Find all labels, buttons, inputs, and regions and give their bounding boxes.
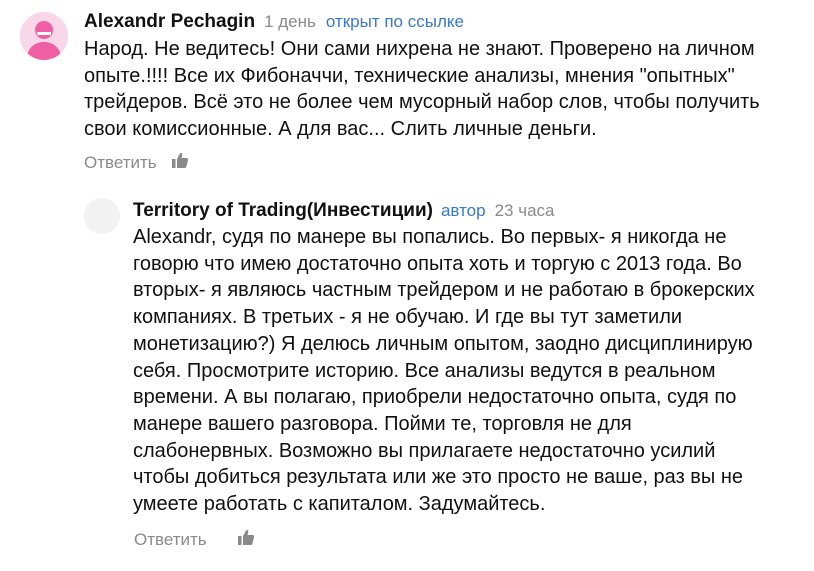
avatar[interactable] bbox=[84, 198, 120, 234]
comment-actions: Ответить bbox=[134, 528, 255, 551]
comment-line: Народ. Не ведитесь! Они сами нихрена не … bbox=[84, 38, 755, 60]
comment-text: Народ. Не ведитесь! Они сами нихрена не … bbox=[84, 36, 760, 143]
reply-button[interactable]: Ответить bbox=[84, 153, 157, 173]
comment-text: Alexandr, судя по манере вы попались. Во… bbox=[133, 224, 773, 518]
like-button[interactable] bbox=[171, 151, 189, 174]
author-badge: автор bbox=[440, 201, 486, 220]
comment-line: слабонервных. Возможно вы прилагаете нед… bbox=[133, 439, 716, 462]
reply-button[interactable]: Ответить bbox=[134, 530, 207, 550]
comment-line: опыте.!!!! Все их Фибоначчи, технические… bbox=[84, 64, 735, 87]
author-name[interactable]: Alexandr Pechagin bbox=[84, 11, 255, 33]
comment-line: вторых- я являюсь частным трейдером и не… bbox=[133, 279, 755, 302]
comment-line: свои комиссионные. А для вас... Слить ли… bbox=[84, 118, 597, 141]
user-avatar-icon bbox=[20, 12, 68, 60]
status-label[interactable]: открыт по ссылке bbox=[326, 12, 464, 32]
user-avatar-icon bbox=[84, 198, 120, 234]
comment-actions: Ответить bbox=[84, 151, 189, 174]
comment-line: манере вашего разговора. Пойми те, торго… bbox=[133, 412, 632, 435]
comment-line: трейдеров. Всё это не более чем мусорный… bbox=[84, 91, 760, 114]
comment-line: говорю что имею достаточно опыта хоть и … bbox=[133, 252, 742, 275]
thumbs-up-icon bbox=[237, 529, 254, 545]
comment-header: Territory of Trading(Инвестиции) автор 2… bbox=[133, 200, 555, 222]
comment-line: чтобы добиться результата или же это про… bbox=[133, 466, 744, 489]
comment-line: себя. Просмотрите историю. Все анализы в… bbox=[133, 359, 716, 382]
comment-header: Alexandr Pechagin 1 день открыт по ссылк… bbox=[84, 11, 464, 33]
comment-line: компаниях. В третьих - я не обучаю. И гд… bbox=[133, 306, 683, 329]
comment-line: монетизацию?) Я делюсь личным опытом, за… bbox=[133, 332, 753, 355]
author-name[interactable]: Territory of Trading(Инвестиции) bbox=[133, 200, 433, 222]
comment-line: времени. А вы полагаю, приобрели недоста… bbox=[133, 386, 737, 409]
comment-time: 23 часа bbox=[494, 201, 555, 220]
comment-line: Alexandr, судя по манере вы попались. Во… bbox=[133, 226, 727, 248]
thumbs-up-icon bbox=[171, 152, 188, 168]
comment-line: умеете работать с капиталом. Задумайтесь… bbox=[133, 493, 546, 516]
comment-time: 1 день bbox=[264, 12, 316, 31]
avatar[interactable] bbox=[20, 12, 68, 60]
like-button[interactable] bbox=[237, 528, 255, 551]
